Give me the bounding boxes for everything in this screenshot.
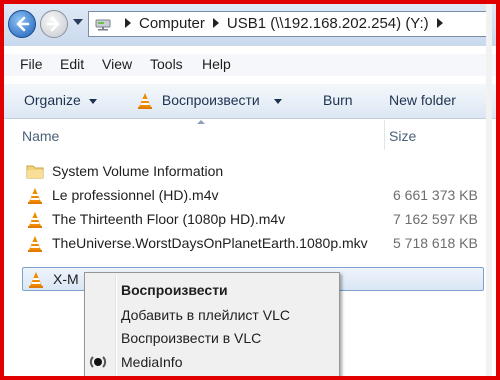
folder-icon (26, 165, 44, 179)
vlc-cone-icon (138, 93, 152, 110)
file-name: X-M (53, 271, 79, 287)
file-name: Le professionnel (HD).m4v (52, 187, 219, 203)
navigation-bar: Computer USB1 (\\192.168.202.254) (Y:) (4, 4, 496, 46)
column-header-name[interactable]: Name (22, 128, 59, 144)
menu-file[interactable]: File (20, 56, 43, 72)
vlc-cone-icon (28, 212, 42, 228)
file-name: The Thirteenth Floor (1080p HD).m4v (52, 211, 286, 227)
breadcrumb-drive[interactable]: USB1 (\\192.168.202.254) (Y:) (227, 15, 429, 32)
play-label: Воспроизвести (161, 92, 260, 108)
menu-gutter (115, 275, 117, 376)
column-header-size[interactable]: Size (389, 128, 416, 144)
file-size: 5 718 618 KB (393, 235, 478, 251)
file-size: 7 162 597 KB (393, 211, 478, 227)
file-name: System Volume Information (52, 163, 224, 179)
menu-help[interactable]: Help (202, 56, 231, 72)
organize-button[interactable]: Organize (24, 92, 97, 108)
new-folder-label: New folder (389, 92, 456, 108)
context-item-mediainfo[interactable]: MediaInfo (121, 354, 182, 370)
list-item[interactable]: Le professionnel (HD).m4v 6 661 373 KB (22, 184, 484, 208)
context-item-play-in-vlc[interactable]: Воспроизвести в VLC (121, 330, 261, 346)
vlc-cone-icon (29, 272, 43, 288)
organize-label: Organize (24, 92, 81, 108)
new-folder-button[interactable]: New folder (389, 92, 456, 108)
breadcrumb-computer[interactable]: Computer (139, 15, 205, 32)
arrow-left-icon (16, 16, 30, 32)
vertical-scrollbar[interactable] (486, 4, 492, 376)
menu-bar: File Edit View Tools Help (4, 54, 496, 76)
chevron-down-icon (273, 98, 282, 104)
breadcrumb-separator-icon[interactable] (125, 18, 131, 29)
recent-pages-dropdown[interactable] (73, 19, 83, 25)
command-bar: Organize Воспроизвести Burn New folder (4, 84, 496, 119)
play-button[interactable]: Воспроизвести (136, 92, 282, 110)
chevron-down-icon (88, 98, 97, 104)
sort-ascending-icon (197, 120, 205, 124)
explorer-window: Computer USB1 (\\192.168.202.254) (Y:) Fi… (0, 0, 500, 380)
mediainfo-icon (89, 356, 107, 368)
vlc-cone-icon (28, 188, 42, 204)
list-item[interactable]: TheUniverse.WorstDaysOnPlanetEarth.1080p… (22, 232, 484, 256)
file-name: TheUniverse.WorstDaysOnPlanetEarth.1080p… (52, 235, 368, 251)
back-button[interactable] (8, 10, 36, 38)
burn-button[interactable]: Burn (323, 92, 353, 108)
context-menu: Воспроизвести Добавить в плейлист VLC Во… (84, 272, 340, 376)
list-item[interactable]: System Volume Information (22, 160, 484, 184)
context-item-add-to-playlist[interactable]: Добавить в плейлист VLC (121, 307, 290, 323)
column-divider[interactable] (384, 120, 385, 150)
column-headers: Name Size (4, 120, 496, 150)
arrow-right-icon (46, 16, 60, 32)
menu-view[interactable]: View (102, 56, 132, 72)
vlc-cone-icon (28, 236, 42, 252)
menu-tools[interactable]: Tools (150, 56, 183, 72)
forward-button[interactable] (40, 10, 68, 38)
list-item[interactable]: The Thirteenth Floor (1080p HD).m4v 7 16… (22, 208, 484, 232)
breadcrumb-separator-icon[interactable] (212, 18, 219, 29)
menu-edit[interactable]: Edit (60, 56, 84, 72)
context-item-play[interactable]: Воспроизвести (121, 282, 228, 298)
burn-label: Burn (323, 92, 353, 108)
breadcrumb-separator-icon[interactable] (436, 18, 443, 29)
network-drive-icon (95, 19, 111, 31)
address-bar[interactable]: Computer USB1 (\\192.168.202.254) (Y:) (88, 11, 490, 37)
file-size: 6 661 373 KB (393, 187, 478, 203)
